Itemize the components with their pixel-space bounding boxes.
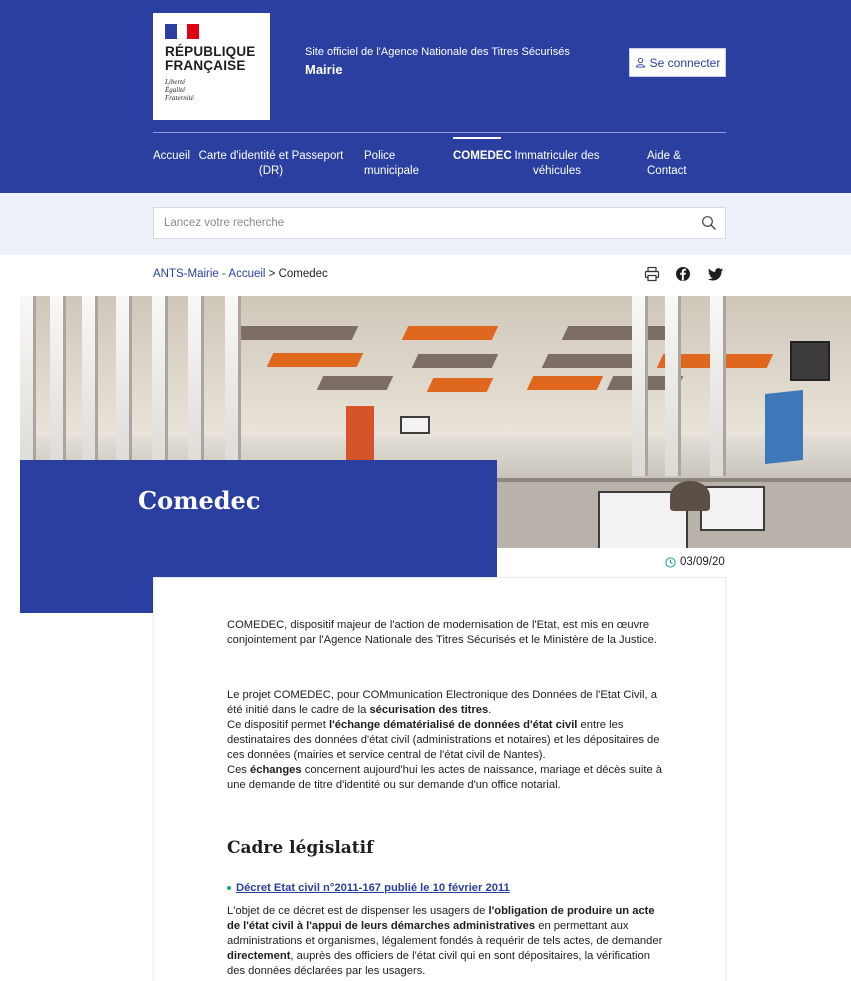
publication-date: 03/09/20	[665, 556, 725, 568]
search-icon[interactable]	[701, 215, 717, 231]
breadcrumb-separator: >	[268, 268, 276, 280]
french-flag-icon	[165, 24, 199, 39]
logo-motto: Liberté Égalité Fraternité	[165, 78, 194, 102]
user-icon	[635, 57, 645, 68]
breadcrumb: ANTS-Mairie - Accueil > Comedec	[153, 268, 328, 280]
nav-item-police-municipale[interactable]: Police municipale	[364, 149, 424, 179]
intro-paragraph: COMEDEC, dispositif majeur de l'action d…	[227, 619, 657, 646]
nav-item-accueil[interactable]: Accueil	[153, 149, 190, 164]
search-input[interactable]	[164, 208, 684, 238]
decree-list-item: Décret Etat civil n°2011-167 publié le 1…	[227, 882, 510, 894]
decree-link[interactable]: Décret Etat civil n°2011-167 publié le 1…	[236, 882, 510, 894]
search-box[interactable]	[153, 207, 726, 239]
nav-item-immatriculer[interactable]: Immatriculer des véhicules	[503, 149, 611, 179]
emphasis-echanges: échanges	[250, 764, 302, 776]
clock-icon	[665, 556, 676, 568]
project-paragraph: Le projet COMEDEC, pour COMmunication El…	[227, 689, 662, 791]
section-heading: Cadre législatif	[227, 838, 374, 858]
emphasis-echange: l'échange dématérialisé de données d'éta…	[328, 719, 578, 731]
date-text: 03/09/20	[680, 556, 725, 568]
facebook-icon[interactable]	[674, 265, 692, 283]
site-header: RÉPUBLIQUE FRANÇAISE Liberté Égalité Fra…	[0, 0, 851, 193]
republique-logo[interactable]: RÉPUBLIQUE FRANÇAISE Liberté Égalité Fra…	[153, 13, 270, 120]
page-title: Comedec	[138, 486, 261, 515]
twitter-icon[interactable]	[707, 265, 725, 283]
nav-active-indicator	[453, 137, 501, 139]
login-button[interactable]: Se connecter	[629, 48, 726, 77]
logo-title: RÉPUBLIQUE FRANÇAISE	[165, 44, 256, 73]
nav-item-carte-identite[interactable]: Carte d'identité et Passeport (DR)	[190, 149, 352, 179]
site-name[interactable]: Mairie	[305, 62, 343, 77]
header-divider	[153, 132, 726, 133]
emphasis-securisation: sécurisation des titres	[369, 704, 489, 716]
decree-paragraph: L'objet de ce décret est de dispenser le…	[227, 905, 663, 977]
breadcrumb-home-link[interactable]: ANTS-Mairie - Accueil	[153, 268, 265, 280]
login-label: Se connecter	[649, 55, 721, 70]
nav-item-aide-contact[interactable]: Aide & Contact	[647, 149, 702, 179]
bullet-dot-icon	[227, 886, 231, 890]
breadcrumb-current: Comedec	[278, 268, 328, 280]
print-icon[interactable]	[643, 265, 661, 283]
site-subtitle: Site officiel de l'Agence Nationale des …	[305, 46, 570, 58]
